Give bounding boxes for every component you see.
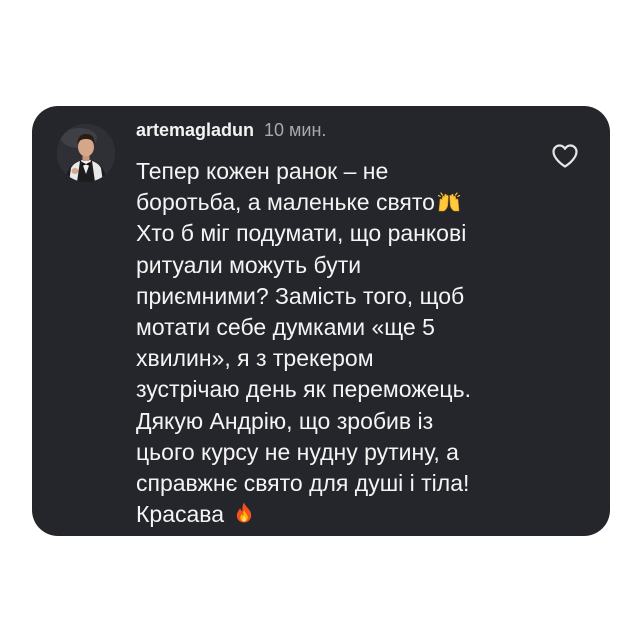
comment-line: хвилин», я з трекером: [136, 345, 374, 372]
comment-line: Красава: [136, 499, 556, 530]
comment-text: Тепер кожен ранок – не боротьба, а мален…: [136, 156, 556, 530]
comment-line-text: боротьба, а маленьке свято: [136, 189, 435, 216]
username[interactable]: artemagladun: [136, 120, 254, 141]
comment-line: боротьба, а маленьке свято: [136, 187, 556, 218]
heart-icon: [552, 144, 578, 168]
avatar[interactable]: [57, 124, 115, 182]
raising-hands-emoji: [437, 189, 461, 213]
comment-line: приємними? Замість того, щоб: [136, 282, 465, 309]
comment-line: Тепер кожен ранок – не: [136, 158, 389, 184]
comment-card: artemagladun 10 мин. Тепер кожен ранок –…: [32, 106, 610, 536]
timestamp: 10 мин.: [264, 120, 327, 140]
comment-header: artemagladun 10 мин.: [136, 120, 326, 141]
comment-line: цього курсу не нудну рутину, а: [136, 438, 459, 465]
comment-line: ритуали можуть бути: [136, 251, 362, 278]
comment-line: справжнє свято для душі і тіла!: [136, 470, 470, 497]
comment-line-text: Красава: [136, 501, 225, 528]
comment-line: Дякую Андрію, що зробив із: [136, 407, 434, 434]
comment-line: мотати себе думками «ще 5: [136, 314, 435, 341]
fire-emoji: [232, 501, 256, 525]
comment-line: зустрічаю день як переможець.: [136, 376, 471, 403]
like-button[interactable]: [551, 143, 579, 169]
comment-line: Хто б міг подумати, що ранкові: [136, 220, 467, 247]
